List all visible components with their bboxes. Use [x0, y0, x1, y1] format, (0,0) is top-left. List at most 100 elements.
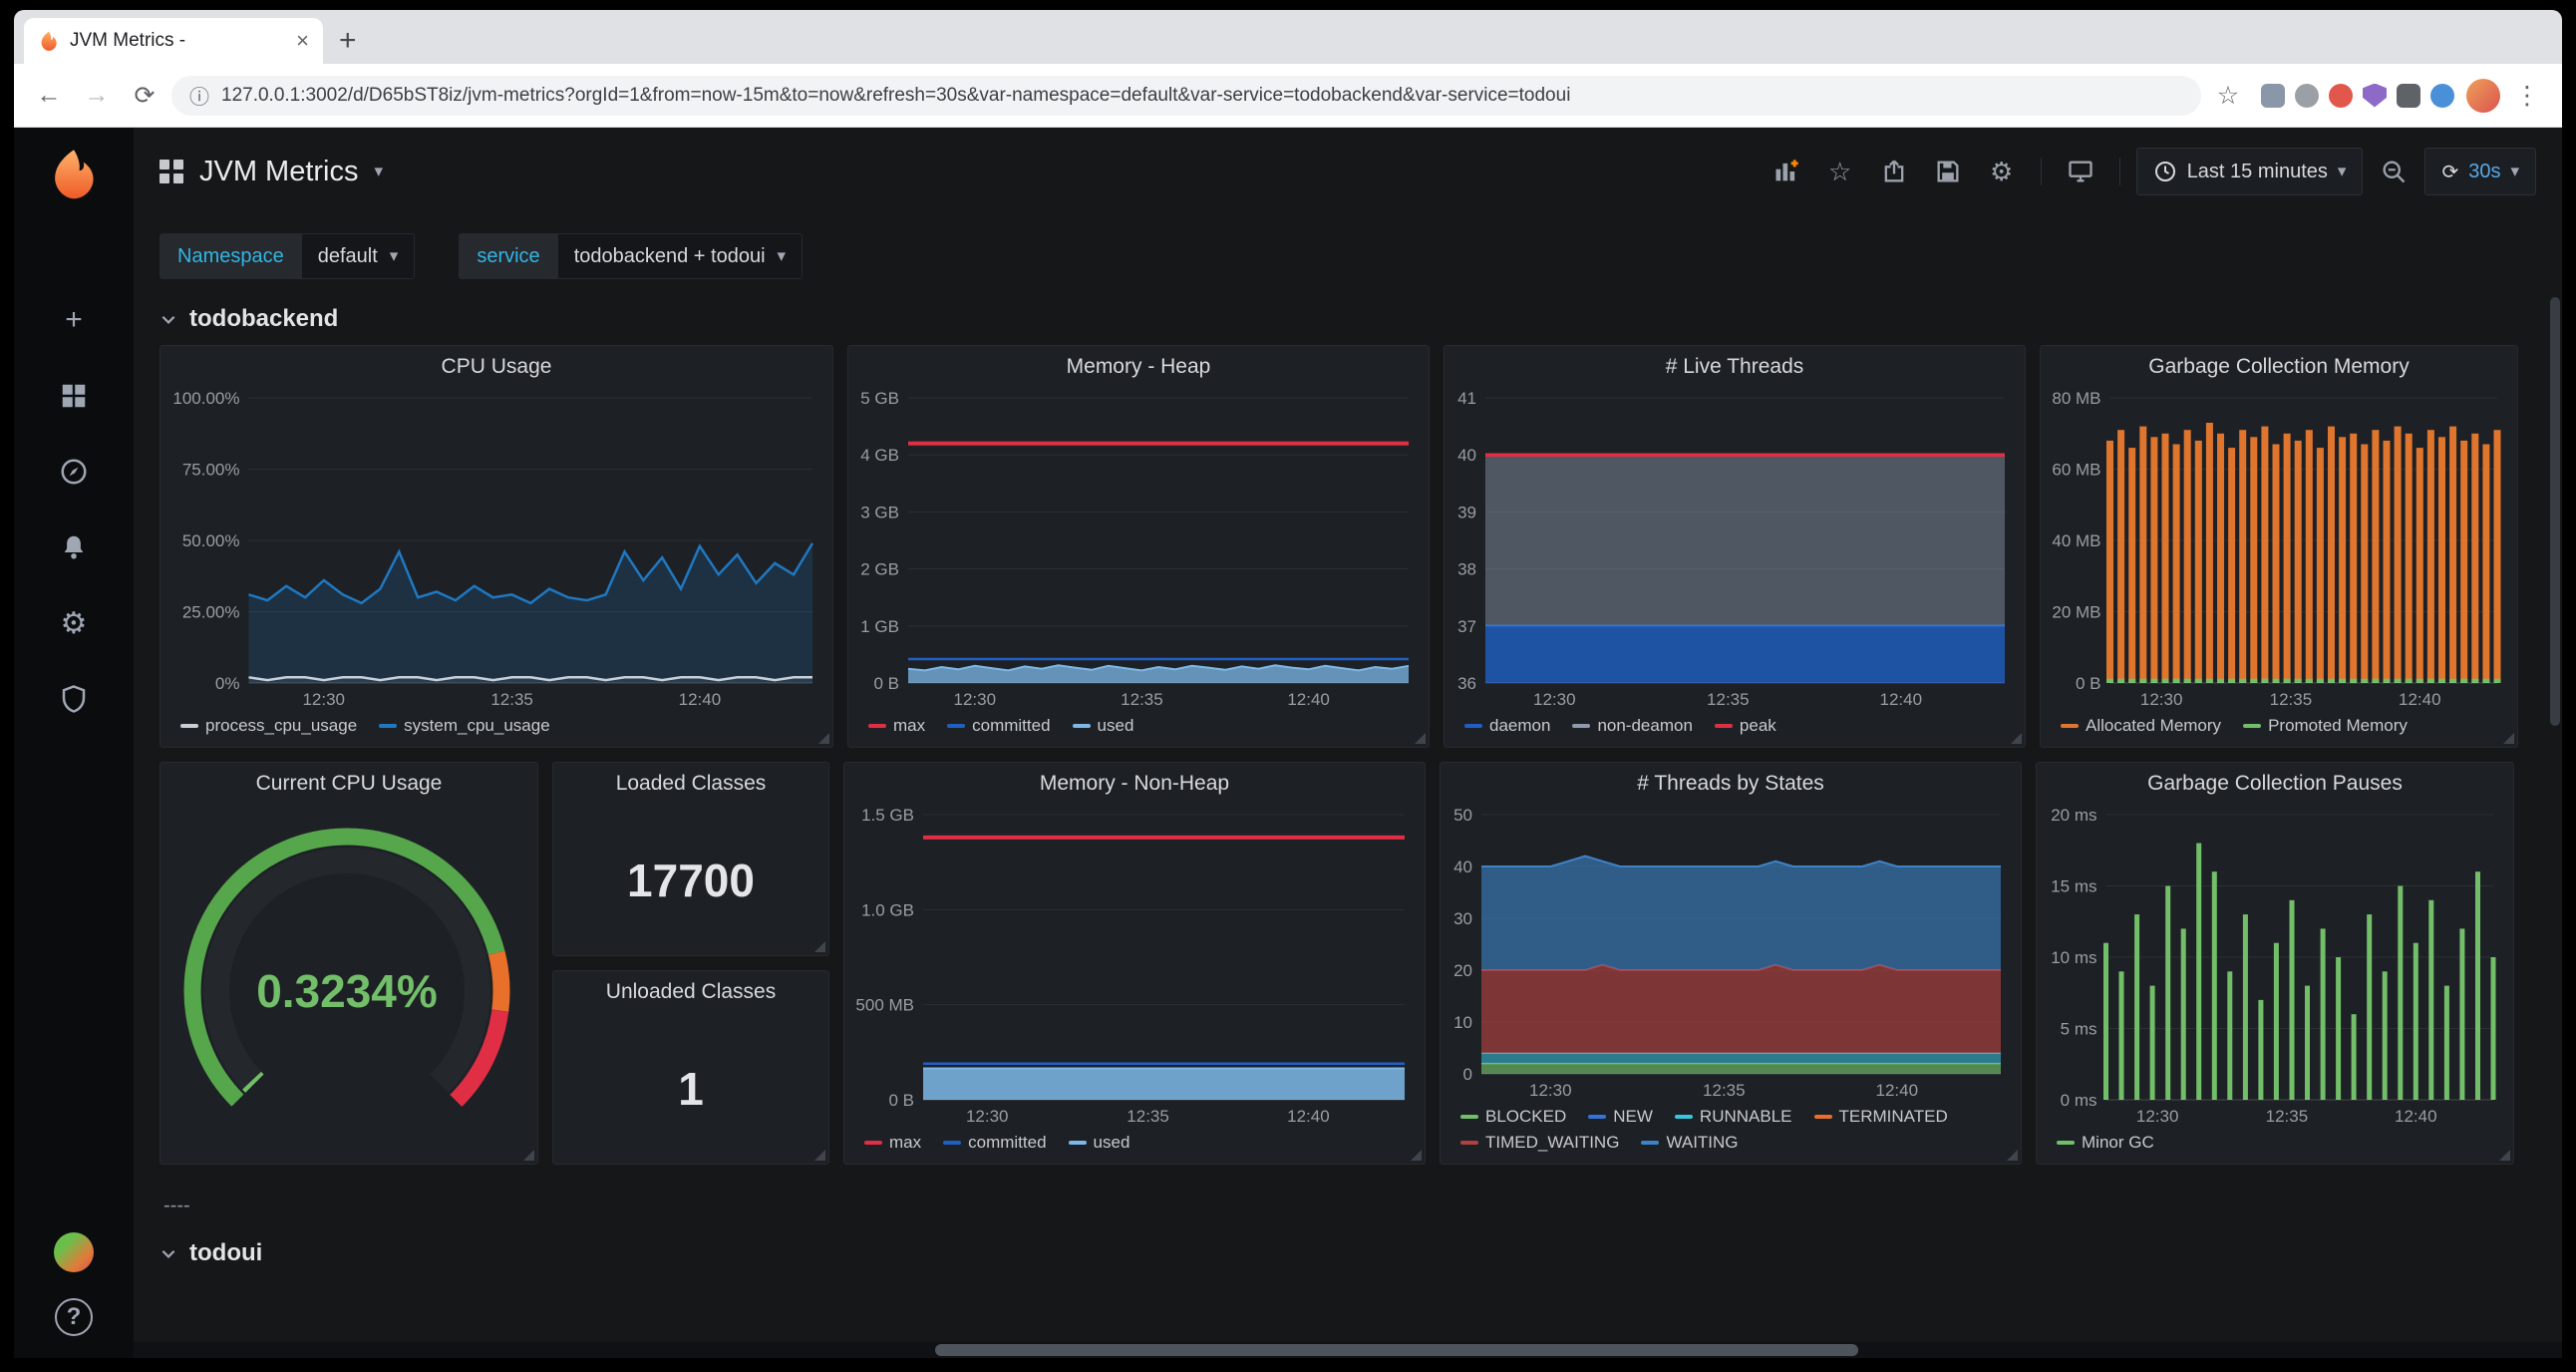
- legend-item[interactable]: Minor GC: [2057, 1130, 2154, 1156]
- configuration-gear-icon[interactable]: ⚙: [51, 600, 97, 646]
- legend-item[interactable]: RUNNABLE: [1675, 1104, 1792, 1130]
- vertical-scrollbar-thumb[interactable]: [2550, 297, 2560, 726]
- zoom-out-icon[interactable]: [2371, 149, 2416, 194]
- extension-icon[interactable]: [2261, 84, 2285, 108]
- dashboard-grid-icon[interactable]: [160, 160, 183, 183]
- browser-toolbar: ← → ⟳ ⓘ 127.0.0.1:3002/d/D65bST8iz/jvm-m…: [14, 64, 2562, 128]
- classes-column: Loaded Classes 17700 Unloaded Classes 1: [552, 762, 829, 1165]
- forward-button[interactable]: →: [76, 75, 118, 117]
- add-panel-icon[interactable]: [1764, 149, 1809, 194]
- cycle-view-monitor-icon[interactable]: [2058, 149, 2103, 194]
- svg-text:25.00%: 25.00%: [182, 603, 240, 622]
- svg-text:12:35: 12:35: [1703, 1081, 1746, 1100]
- panel-title[interactable]: # Threads by States: [1441, 763, 2021, 805]
- legend-item[interactable]: max: [868, 713, 925, 739]
- legend-item[interactable]: TERMINATED: [1814, 1104, 1948, 1130]
- profile-avatar[interactable]: [2466, 79, 2500, 113]
- save-dashboard-icon[interactable]: [1925, 149, 1971, 194]
- legend-item[interactable]: Promoted Memory: [2243, 713, 2408, 739]
- chart[interactable]: 0 B500 MB1.0 GB1.5 GB12:3012:3512:40: [850, 805, 1415, 1128]
- legend-item[interactable]: used: [1073, 713, 1134, 739]
- legend-item[interactable]: NEW: [1588, 1104, 1653, 1130]
- legend-item[interactable]: system_cpu_usage: [379, 713, 549, 739]
- legend-item[interactable]: used: [1069, 1130, 1130, 1156]
- tab-close-icon[interactable]: ×: [296, 28, 309, 54]
- star-dashboard-icon[interactable]: ☆: [1817, 149, 1863, 194]
- extension-icon[interactable]: [2295, 84, 2319, 108]
- panel-title[interactable]: Loaded Classes: [553, 763, 828, 805]
- svg-text:10: 10: [1453, 1013, 1472, 1032]
- horizontal-scrollbar[interactable]: [134, 1342, 2562, 1358]
- row-header-todoui[interactable]: todoui: [134, 1217, 2562, 1279]
- legend-item[interactable]: max: [864, 1130, 921, 1156]
- extensions-area: [2255, 84, 2460, 108]
- new-tab-button[interactable]: +: [339, 26, 357, 56]
- bookmark-star-icon[interactable]: ☆: [2207, 75, 2249, 117]
- url-bar[interactable]: ⓘ 127.0.0.1:3002/d/D65bST8iz/jvm-metrics…: [171, 76, 2201, 116]
- svg-text:12:30: 12:30: [2140, 690, 2183, 709]
- panel-loaded-classes: Loaded Classes 17700: [552, 762, 829, 956]
- create-icon[interactable]: +: [51, 297, 97, 343]
- svg-text:12:35: 12:35: [1121, 690, 1163, 709]
- variable-value-dropdown[interactable]: default ▾: [302, 233, 416, 279]
- dashboard-title[interactable]: JVM Metrics: [199, 156, 359, 188]
- svg-text:12:35: 12:35: [1707, 690, 1750, 709]
- legend-item[interactable]: committed: [943, 1130, 1046, 1156]
- user-avatar[interactable]: [54, 1232, 94, 1272]
- refresh-interval-value[interactable]: 30s: [2468, 161, 2500, 183]
- server-admin-shield-icon[interactable]: [51, 676, 97, 722]
- dashboards-icon[interactable]: [51, 373, 97, 419]
- extension-icon[interactable]: [2430, 84, 2454, 108]
- extension-icon[interactable]: [2363, 84, 2387, 108]
- refresh-icon[interactable]: ⟳: [2441, 160, 2458, 184]
- svg-text:80 MB: 80 MB: [2052, 389, 2100, 408]
- grafana-logo-icon[interactable]: [46, 146, 102, 201]
- panel-title[interactable]: Memory - Heap: [848, 346, 1429, 388]
- time-range-picker[interactable]: Last 15 minutes ▾: [2136, 148, 2364, 195]
- panel-title[interactable]: Memory - Non-Heap: [844, 763, 1425, 805]
- variable-value-dropdown[interactable]: todobackend + todoui ▾: [558, 233, 803, 279]
- svg-text:10 ms: 10 ms: [2051, 948, 2096, 967]
- row-header-todobackend[interactable]: todobackend: [134, 283, 2562, 345]
- extension-icon[interactable]: [2397, 84, 2420, 108]
- browser-menu-icon[interactable]: ⋮: [2506, 75, 2548, 117]
- legend-item[interactable]: process_cpu_usage: [180, 713, 357, 739]
- legend-item[interactable]: BLOCKED: [1460, 1104, 1566, 1130]
- chart[interactable]: 0 ms5 ms10 ms15 ms20 ms12:3012:3512:40: [2043, 805, 2503, 1128]
- refresh-picker[interactable]: ⟳ 30s ▾: [2424, 148, 2536, 195]
- chart[interactable]: 36373839404112:3012:3512:40: [1450, 388, 2015, 711]
- chart[interactable]: 0102030405012:3012:3512:40: [1447, 805, 2011, 1102]
- legend-item[interactable]: committed: [947, 713, 1050, 739]
- panel-title[interactable]: Current CPU Usage: [161, 763, 537, 805]
- chart[interactable]: 0 B20 MB40 MB60 MB80 MB12:3012:3512:40: [2047, 388, 2507, 711]
- panel-title[interactable]: # Live Threads: [1445, 346, 2025, 388]
- legend-item[interactable]: TIMED_WAITING: [1460, 1130, 1619, 1156]
- dashboard-settings-icon[interactable]: ⚙: [1979, 149, 2025, 194]
- gauge-chart[interactable]: 0.3234%: [166, 805, 527, 1162]
- horizontal-scrollbar-thumb[interactable]: [935, 1344, 1858, 1356]
- legend-item[interactable]: peak: [1715, 713, 1776, 739]
- variable-value: default: [318, 245, 378, 268]
- chart[interactable]: 0%25.00%50.00%75.00%100.00%12:3012:3512:…: [166, 388, 822, 711]
- panel-title[interactable]: Garbage Collection Memory: [2041, 346, 2517, 388]
- extension-icon[interactable]: [2329, 84, 2353, 108]
- panel-title[interactable]: Unloaded Classes: [553, 971, 828, 1013]
- explore-compass-icon[interactable]: [51, 449, 97, 495]
- page-info-icon[interactable]: ⓘ: [189, 81, 209, 110]
- browser-tab[interactable]: JVM Metrics - ×: [24, 18, 323, 64]
- panel-title[interactable]: Garbage Collection Pauses: [2037, 763, 2513, 805]
- title-caret-icon[interactable]: ▾: [375, 162, 384, 181]
- legend-item[interactable]: non-deamon: [1572, 713, 1692, 739]
- share-dashboard-icon[interactable]: [1871, 149, 1917, 194]
- alerting-bell-icon[interactable]: [51, 524, 97, 570]
- svg-text:15 ms: 15 ms: [2051, 877, 2096, 896]
- legend-item[interactable]: WAITING: [1641, 1130, 1738, 1156]
- legend-item[interactable]: Allocated Memory: [2061, 713, 2221, 739]
- panel-title[interactable]: CPU Usage: [161, 346, 832, 388]
- svg-text:12:30: 12:30: [953, 690, 996, 709]
- reload-button[interactable]: ⟳: [124, 75, 165, 117]
- help-icon[interactable]: ?: [55, 1298, 93, 1336]
- legend-item[interactable]: daemon: [1464, 713, 1550, 739]
- back-button[interactable]: ←: [28, 75, 70, 117]
- chart[interactable]: 0 B1 GB2 GB3 GB4 GB5 GB12:3012:3512:40: [854, 388, 1419, 711]
